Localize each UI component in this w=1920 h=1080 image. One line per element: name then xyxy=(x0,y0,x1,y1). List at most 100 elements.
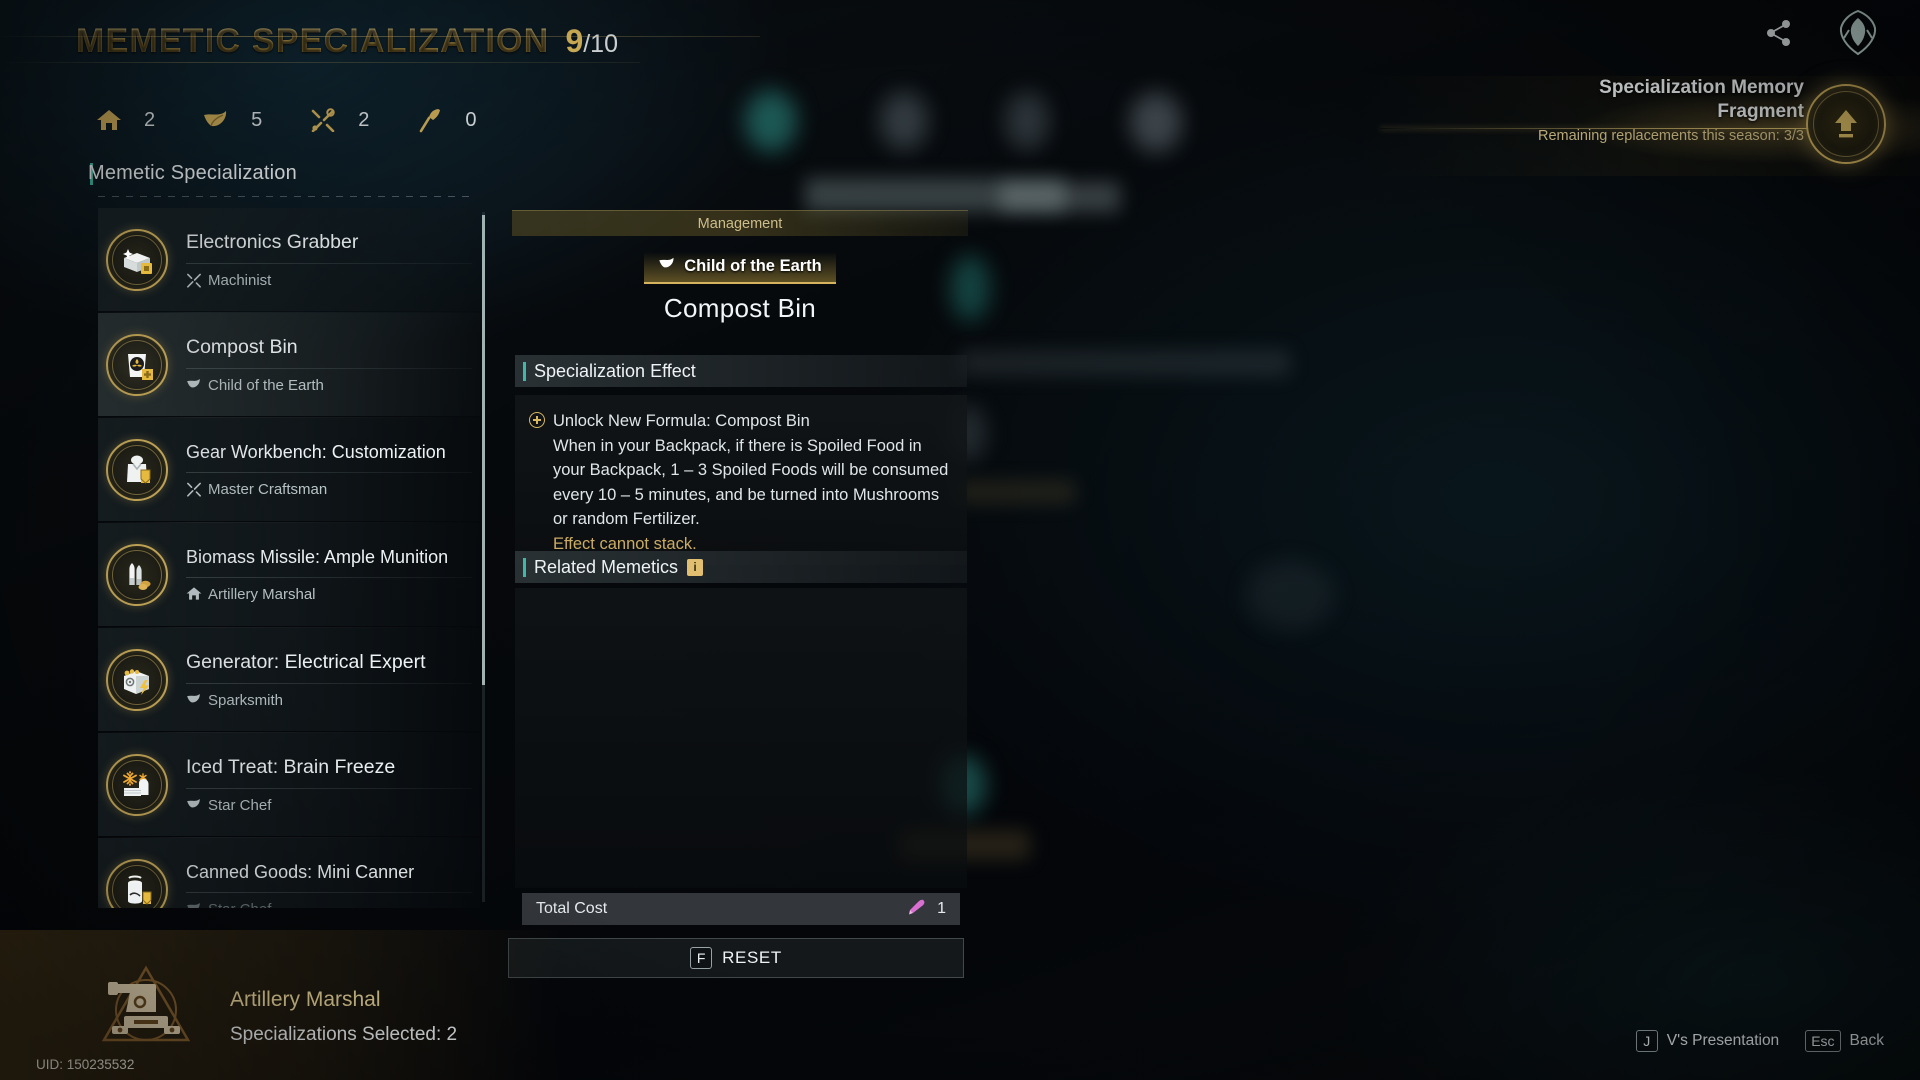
list-item[interactable]: Generator: Electrical Expert Sparksmith xyxy=(98,628,480,733)
related-header-label: Related Memetics xyxy=(534,556,679,577)
counter-axe-value: 0 xyxy=(465,108,477,131)
uid-label: UID: 150235532 xyxy=(36,1057,135,1072)
effect-body: When in your Backpack, if there is Spoil… xyxy=(553,436,949,529)
spec-max: /10 xyxy=(583,30,618,58)
row-text: Generator: Electrical Expert Sparksmith xyxy=(186,651,480,709)
top-right-icons xyxy=(1764,8,1884,63)
tools-icon xyxy=(306,105,340,135)
sidebar-divider xyxy=(98,196,470,197)
list-item-branch: Star Chef xyxy=(186,901,472,908)
memory-fragment-panel[interactable]: Specialization Memory Fragment Remaining… xyxy=(1360,76,1920,176)
axe-icon xyxy=(413,105,447,135)
category-strip: Management xyxy=(512,210,968,236)
character-class-name: Artillery Marshal xyxy=(230,988,381,1011)
share-icon[interactable] xyxy=(1764,18,1794,53)
bullets-icon xyxy=(106,543,168,606)
row-underline xyxy=(186,262,472,264)
memetic-shard-icon xyxy=(907,898,927,921)
counter-axe: 0 xyxy=(413,105,477,135)
fragment-subtitle: Remaining replacements this season: 3/3 xyxy=(1538,128,1804,144)
leaf-icon xyxy=(186,377,202,393)
header-accent xyxy=(523,361,526,381)
effect-title: Unlock New Formula: Compost Bin xyxy=(553,412,810,430)
list-item[interactable]: Gear Workbench: Customization Master Cra… xyxy=(98,418,480,523)
page-title-text: MEMETIC SPECIALIZATION xyxy=(76,22,550,60)
list-item-name: Canned Goods: Mini Canner xyxy=(186,861,415,882)
sidebar-scrollbar-thumb[interactable] xyxy=(482,215,485,685)
row-text: Electronics Grabber Machinist xyxy=(186,231,480,289)
effect-title-row: Unlock New Formula: Compost Bin xyxy=(529,409,951,434)
list-item[interactable]: Iced Treat: Brain Freeze Star Chef xyxy=(98,733,480,838)
character-selected-count: Specializations Selected: 2 xyxy=(230,1024,458,1045)
related-memetics-box xyxy=(515,588,967,888)
list-item-branch: Star Chef xyxy=(186,797,472,814)
row-underline xyxy=(186,891,472,893)
list-item[interactable]: Biomass Missile: Ample Munition Artiller… xyxy=(98,523,480,628)
generator-icon xyxy=(106,648,168,711)
artillery-cannon-emblem xyxy=(100,964,192,1046)
tools-icon xyxy=(186,272,202,288)
row-text: Compost Bin Child of the Earth xyxy=(186,336,480,394)
list-item-branch: Machinist xyxy=(186,272,472,289)
counter-tools-value: 2 xyxy=(358,108,370,131)
key-j: J xyxy=(1635,1030,1658,1052)
counter-tools: 2 xyxy=(306,105,413,135)
detail-node-title: Compost Bin xyxy=(663,293,817,323)
snowflake-bread-icon xyxy=(106,753,168,816)
fragment-title: Specialization Memory Fragment xyxy=(1474,76,1804,124)
row-text: Gear Workbench: Customization Master Cra… xyxy=(186,442,480,498)
detail-branch-row: Child of the Earth xyxy=(512,252,968,284)
list-item-name: Iced Treat: Brain Freeze xyxy=(186,755,396,778)
info-icon[interactable]: i xyxy=(687,558,704,576)
list-item-name: Generator: Electrical Expert xyxy=(186,650,426,673)
row-underline xyxy=(186,787,472,789)
counter-home-value: 2 xyxy=(144,108,156,131)
counter-leaf: 5 xyxy=(199,105,306,135)
list-item[interactable]: Compost Bin Child of the Earth xyxy=(98,313,480,418)
game-screen: MEMETIC SPECIALIZATION 9 /10 2 5 2 0 Spe… xyxy=(0,0,1920,1080)
fragment-title-line1: Specialization Memory xyxy=(1599,77,1804,98)
total-cost-label: Total Cost xyxy=(536,900,608,917)
effect-section-header: Specialization Effect xyxy=(515,355,967,387)
list-item-branch-label: Sparksmith xyxy=(208,691,284,709)
header-accent xyxy=(523,557,526,577)
reset-button[interactable]: F RESET xyxy=(508,938,964,978)
list-item-branch: Child of the Earth xyxy=(186,377,472,394)
total-cost-value: 1 xyxy=(937,900,946,917)
hint-back-label: Back xyxy=(1849,1032,1884,1049)
category-label: Management xyxy=(697,215,783,232)
specialization-list[interactable]: Electronics Grabber Machinist Compost Bi… xyxy=(98,208,480,908)
reset-key-hint: F xyxy=(690,947,713,969)
upgrade-arrow-icon[interactable] xyxy=(1806,84,1886,164)
reset-button-label: RESET xyxy=(722,948,782,967)
total-cost-bar: Total Cost 1 xyxy=(522,893,960,925)
armor-vest-icon xyxy=(106,438,168,501)
title-decor-line-2 xyxy=(0,62,640,63)
row-text: Biomass Missile: Ample Munition Artiller… xyxy=(186,547,480,603)
related-section-header: Related Memetics i xyxy=(515,551,967,583)
title-decor-line-1 xyxy=(0,36,760,37)
leaf-icon xyxy=(658,256,676,276)
list-item[interactable]: Electronics Grabber Machinist xyxy=(98,208,480,313)
faction-helmet-logo xyxy=(1832,8,1884,63)
list-item-name: Electronics Grabber xyxy=(186,230,359,253)
page-title: MEMETIC SPECIALIZATION 9 /10 xyxy=(76,22,618,61)
row-text: Iced Treat: Brain Freeze Star Chef xyxy=(186,756,480,814)
leaf-icon xyxy=(199,105,233,135)
leaf-icon xyxy=(186,797,202,813)
list-item-branch: Artillery Marshal xyxy=(186,586,472,603)
spec-count: 9 xyxy=(565,23,584,59)
list-item-branch-label: Star Chef xyxy=(208,796,272,814)
counter-leaf-value: 5 xyxy=(251,108,263,131)
list-item-branch-label: Master Craftsman xyxy=(208,480,328,498)
tools-icon xyxy=(186,481,202,497)
row-underline xyxy=(186,471,472,473)
list-item-branch-label: Artillery Marshal xyxy=(208,585,316,603)
hint-presentation[interactable]: J V's Presentation xyxy=(1635,1030,1780,1052)
detail-branch-pill: Child of the Earth xyxy=(644,252,836,284)
hint-presentation-label: V's Presentation xyxy=(1666,1032,1780,1049)
counter-home: 2 xyxy=(92,105,199,135)
hint-back[interactable]: Esc Back xyxy=(1805,1030,1884,1052)
list-item[interactable]: Canned Goods: Mini Canner Star Chef xyxy=(98,838,480,908)
total-cost-right: 1 xyxy=(907,898,946,921)
